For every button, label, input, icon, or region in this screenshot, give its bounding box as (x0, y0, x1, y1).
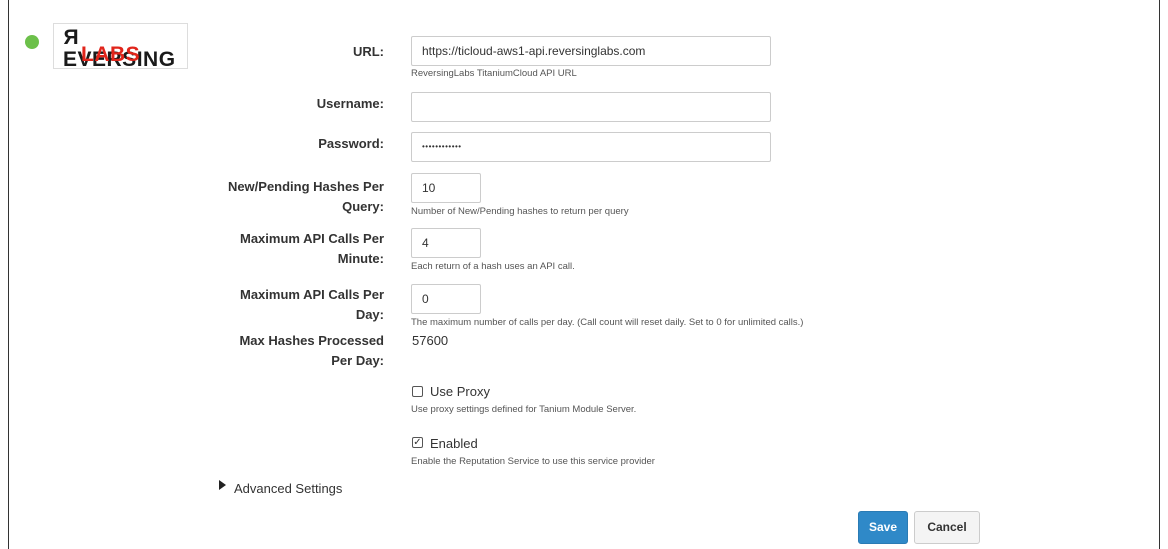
status-indicator (25, 35, 39, 49)
hashes-per-query-label: New/Pending Hashes Per Query: (227, 179, 384, 214)
enabled-checkbox[interactable]: ✓ (412, 437, 423, 448)
calls-per-minute-help-text: Each return of a hash uses an API call. (411, 261, 575, 272)
caret-right-icon[interactable] (219, 480, 226, 490)
password-input[interactable]: •••••••••••• (411, 132, 771, 162)
username-label: Username: (316, 96, 384, 111)
url-help-text: ReversingLabs TitaniumCloud API URL (411, 68, 577, 79)
max-hashes-per-day-value: 57600 (412, 333, 449, 348)
calls-per-day-input[interactable]: 0 (411, 284, 481, 314)
password-label: Password: (318, 136, 384, 151)
enabled-label[interactable]: Enabled (430, 436, 478, 452)
save-button[interactable]: Save (858, 511, 908, 544)
advanced-settings-toggle[interactable]: Advanced Settings (234, 481, 342, 497)
calls-per-day-label: Maximum API Calls Per Day: (239, 287, 384, 322)
cancel-button[interactable]: Cancel (914, 511, 980, 544)
hashes-per-query-input[interactable]: 10 (411, 173, 481, 203)
username-input[interactable] (411, 92, 771, 122)
reversinglabs-logo: REVERSING LABS (53, 23, 188, 71)
use-proxy-help-text: Use proxy settings defined for Tanium Mo… (411, 404, 637, 415)
calls-per-day-help-text: The maximum number of calls per day. (Ca… (411, 317, 804, 328)
use-proxy-label[interactable]: Use Proxy (430, 384, 490, 400)
calls-per-minute-label: Maximum API Calls Per Minute: (239, 231, 384, 266)
url-label: URL: (352, 44, 384, 59)
hashes-per-query-help-text: Number of New/Pending hashes to return p… (411, 206, 629, 217)
enabled-help-text: Enable the Reputation Service to use thi… (411, 456, 655, 467)
url-input[interactable]: https://ticloud-aws1-api.reversinglabs.c… (411, 36, 771, 66)
logo-text-bottom: LABS (81, 43, 141, 66)
calls-per-minute-input[interactable]: 4 (411, 228, 481, 258)
max-hashes-per-day-label: Max Hashes Processed Per Day: (239, 333, 384, 368)
use-proxy-checkbox[interactable] (412, 386, 423, 397)
